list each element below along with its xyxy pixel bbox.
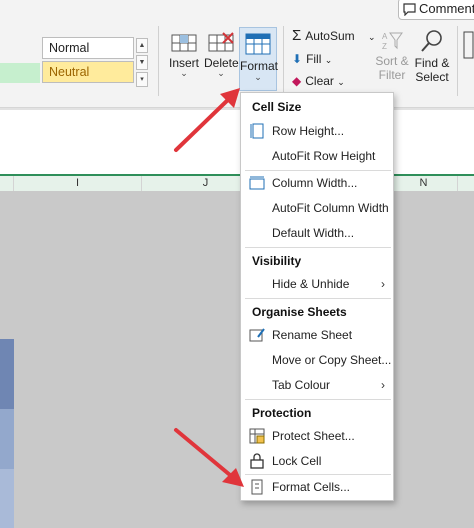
- comment-icon: [403, 3, 416, 16]
- rename-sheet-icon: [249, 328, 265, 342]
- selected-rows: [0, 339, 14, 409]
- column-headers: I J N: [0, 174, 474, 191]
- sort-filter-button[interactable]: A Z Sort & Filter: [374, 30, 410, 82]
- menu-item-rename-sheet[interactable]: Rename Sheet: [241, 324, 393, 346]
- styles-scroll[interactable]: ▲ ▼ ▾: [136, 38, 148, 88]
- menu-item-autofit-row-height[interactable]: AutoFit Row Height: [241, 145, 393, 167]
- column-width-icon: [249, 176, 265, 190]
- menu-item-hide-unhide[interactable]: Hide & Unhide ›: [241, 273, 393, 295]
- insert-cells-icon: [171, 34, 197, 52]
- menu-item-row-height[interactable]: Row Height...: [241, 120, 393, 142]
- red-arrow-icon: [174, 428, 244, 487]
- style-normal[interactable]: Normal: [42, 37, 134, 59]
- clear-button[interactable]: ◆ Clear ⌄: [292, 72, 345, 90]
- autosum-label: AutoSum: [305, 29, 355, 43]
- menu-item-protect-sheet[interactable]: Protect Sheet...: [241, 425, 393, 447]
- menu-item-column-width[interactable]: Column Width...: [241, 172, 393, 194]
- format-label: Format: [240, 59, 279, 73]
- sigma-icon: Σ: [292, 27, 302, 44]
- red-arrow-icon: [174, 88, 240, 152]
- sort-filter-icon: A Z: [382, 32, 403, 51]
- chevron-right-icon: ›: [381, 277, 385, 291]
- scroll-up-icon[interactable]: ▲: [136, 38, 148, 53]
- menu-separator: [245, 474, 391, 475]
- menu-item-format-cells[interactable]: Format Cells...: [241, 476, 393, 498]
- section-header-visibility: Visibility: [252, 254, 302, 268]
- format-cells-dialog-icon: [251, 479, 263, 495]
- fill-down-icon: ⬇: [292, 52, 303, 66]
- menu-item-label: Format Cells...: [272, 480, 351, 494]
- eraser-icon: ◆: [292, 74, 302, 88]
- menu-item-move-copy-sheet[interactable]: Move or Copy Sheet...: [241, 349, 393, 371]
- row-height-icon: [250, 123, 264, 139]
- group-separator: [283, 26, 284, 96]
- menu-item-lock-cell[interactable]: Lock Cell: [241, 450, 393, 472]
- add-ins-icon[interactable]: [460, 30, 474, 60]
- autosum-button[interactable]: Σ AutoSum ⌄: [292, 27, 376, 45]
- section-header-organise-sheets: Organise Sheets: [252, 305, 347, 319]
- insert-button[interactable]: Insert ⌄: [166, 32, 202, 79]
- svg-text:Z: Z: [382, 42, 387, 51]
- column-header[interactable]: [0, 176, 14, 191]
- menu-item-label: Rename Sheet: [272, 328, 353, 342]
- menu-item-default-width[interactable]: Default Width...: [241, 222, 393, 244]
- column-header[interactable]: [458, 176, 474, 191]
- format-dropdown-menu: Cell Size Row Height... AutoFit Row Heig…: [240, 92, 394, 501]
- section-header-protection: Protection: [252, 406, 312, 420]
- sort-label-2: Filter: [378, 68, 406, 82]
- more-icon[interactable]: ▾: [136, 72, 148, 87]
- menu-item-label: Lock Cell: [272, 454, 322, 468]
- svg-text:A: A: [382, 32, 388, 41]
- column-header-i[interactable]: I: [14, 176, 142, 191]
- sort-label-1: Sort &: [375, 54, 409, 68]
- menu-item-label: Default Width...: [272, 226, 355, 240]
- menu-item-label: Row Height...: [272, 124, 345, 138]
- find-label-2: Select: [415, 70, 449, 84]
- group-separator: [158, 26, 159, 96]
- menu-separator: [245, 170, 391, 171]
- delete-cells-icon: [208, 32, 234, 52]
- lock-icon: [250, 453, 264, 469]
- chevron-down-icon: ⌄: [337, 77, 345, 87]
- protect-sheet-icon: [249, 428, 265, 444]
- group-separator: [457, 26, 458, 96]
- find-label-1: Find &: [414, 56, 450, 70]
- menu-item-autofit-column-width[interactable]: AutoFit Column Width: [241, 197, 393, 219]
- find-select-button[interactable]: Find & Select: [412, 28, 452, 84]
- menu-item-tab-colour[interactable]: Tab Colour ›: [241, 374, 393, 396]
- chevron-right-icon: ›: [381, 378, 385, 392]
- menu-separator: [245, 247, 391, 248]
- format-cells-icon: [245, 33, 271, 55]
- menu-separator: [245, 298, 391, 299]
- comments-label: Comments: [419, 1, 474, 16]
- menu-item-label: Hide & Unhide: [272, 277, 350, 291]
- comments-button[interactable]: Comments: [398, 0, 474, 20]
- menu-separator: [245, 399, 391, 400]
- good-style-swatch[interactable]: [0, 63, 40, 83]
- chevron-down-icon: ⌄: [324, 55, 333, 65]
- selected-rows: [0, 469, 14, 528]
- menu-item-label: Tab Colour: [272, 378, 331, 392]
- magnifier-icon: [421, 30, 442, 52]
- menu-item-label: AutoFit Column Width: [272, 201, 389, 215]
- section-header-cell-size: Cell Size: [252, 100, 302, 114]
- style-neutral[interactable]: Neutral: [42, 61, 134, 83]
- delete-button[interactable]: Delete ⌄: [204, 32, 239, 79]
- fill-label: Fill: [306, 52, 322, 66]
- menu-item-label: Column Width...: [272, 176, 358, 190]
- column-header-n[interactable]: N: [390, 176, 458, 191]
- menu-item-label: Protect Sheet...: [272, 429, 355, 443]
- chevron-down-icon: ⌄: [254, 72, 262, 82]
- scroll-down-icon[interactable]: ▼: [136, 55, 148, 70]
- menu-item-label: Move or Copy Sheet...: [272, 353, 392, 367]
- menu-item-label: AutoFit Row Height: [272, 149, 376, 163]
- selected-rows: [0, 409, 14, 469]
- fill-button[interactable]: ⬇ Fill ⌄: [292, 50, 332, 68]
- clear-label: Clear: [305, 74, 334, 88]
